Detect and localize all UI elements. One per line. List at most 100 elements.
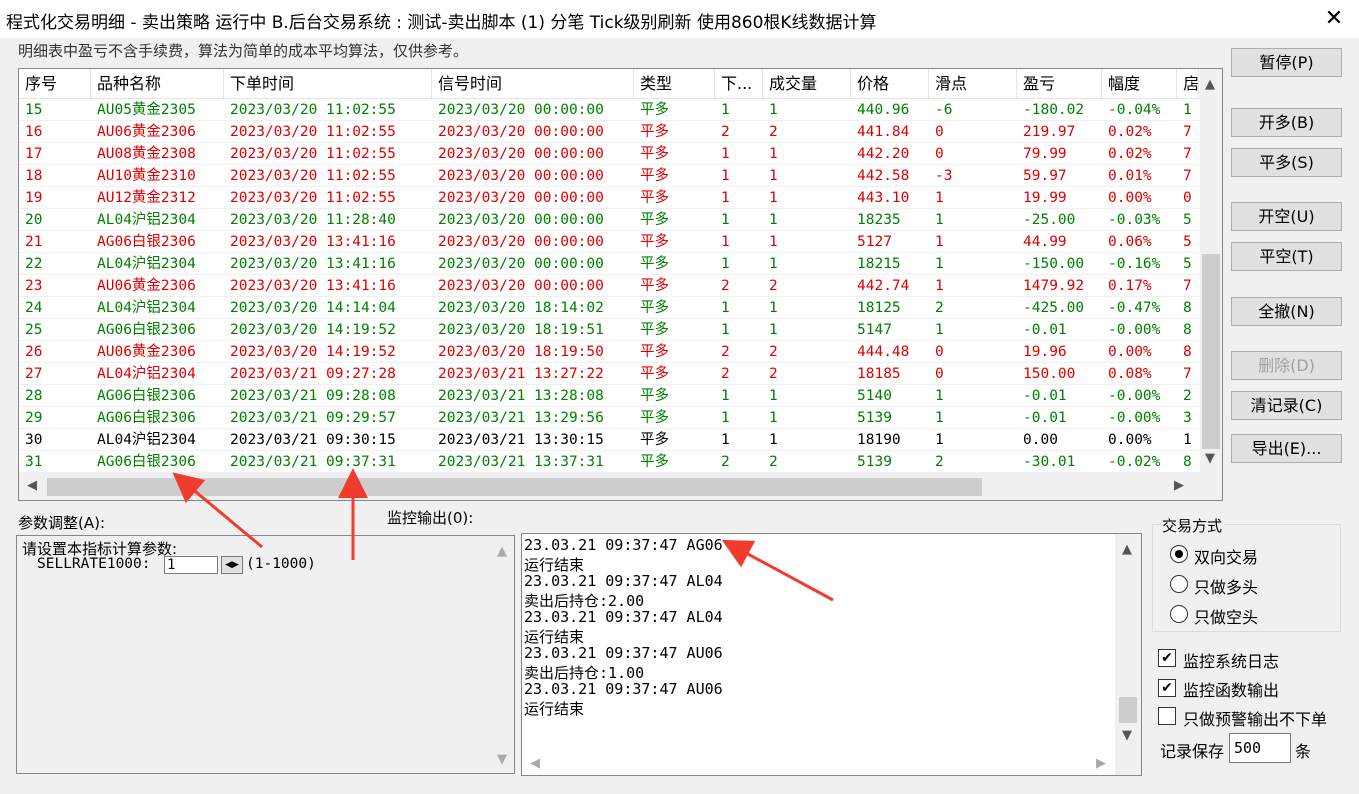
table-row[interactable]: 15 AU05黄金2305 2023/03/20 11:02:55 2023/03/2… [19, 99, 1199, 121]
table-row[interactable]: 17 AU08黄金2308 2023/03/20 11:02:55 2023/03/2… [19, 143, 1199, 165]
table-cell: 1 [769, 256, 778, 272]
open-long-button[interactable]: 开多(B) [1231, 108, 1342, 137]
trade-detail-table[interactable]: 序号 品种名称 下单时间 信号时间 类型 下... 成交量 价格 滑点 盈亏 幅度扂 15 AU05黄… [18, 68, 1223, 501]
cancel-all-button[interactable]: 全撤(N) [1231, 297, 1342, 326]
monitor-scroll-up-icon[interactable]: ▲ [1122, 542, 1132, 557]
table-cell: 平多 [640, 344, 669, 360]
trade-mode-title: 交易方式 [1160, 515, 1225, 536]
table-row[interactable]: 31 AG06白银2306 2023/03/21 09:37:31 2023/03/2… [19, 451, 1199, 472]
column-header[interactable]: 扂 [1177, 69, 1199, 99]
table-row[interactable]: 16 AU06黄金2306 2023/03/20 11:02:55 2023/03/2… [19, 121, 1199, 143]
close-long-button[interactable]: 平多(S) [1231, 148, 1342, 177]
column-header[interactable]: 品种名称 [91, 69, 224, 99]
table-row[interactable]: 19 AU12黄金2312 2023/03/20 11:02:55 2023/03/2… [19, 187, 1199, 209]
param-value-input[interactable] [164, 556, 218, 574]
table-row[interactable]: 20 AL04沪铝2304 2023/03/20 11:28:40 2023/03/2… [19, 209, 1199, 231]
column-header[interactable]: 类型 [634, 69, 715, 99]
table-cell: 30 [25, 432, 43, 448]
table-cell: 0 [935, 146, 944, 162]
trade-mode-radio[interactable] [1170, 575, 1188, 593]
trade-mode-option-label[interactable]: 只做空头 [1194, 604, 1258, 628]
monitor-vscroll[interactable]: ▲ ▼ [1115, 534, 1141, 775]
table-cell: -150.00 [1023, 256, 1085, 272]
monitor-scroll-thumb[interactable] [1119, 697, 1137, 723]
table-row[interactable]: 21 AG06白银2306 2023/03/20 13:41:16 2023/03/2… [19, 231, 1199, 253]
column-header[interactable]: 幅度 [1102, 69, 1177, 99]
pause-button[interactable]: 暂停(P) [1231, 48, 1342, 77]
export-button[interactable]: 导出(E)... [1231, 434, 1342, 463]
warn-only-checkbox[interactable] [1158, 707, 1176, 725]
sys-log-checkbox[interactable]: ✔ [1158, 649, 1176, 667]
table-cell: -0.01 [1023, 388, 1067, 404]
params-scroll-down-icon[interactable]: ▼ [497, 752, 507, 767]
table-cell: AG06白银2306 [97, 388, 196, 404]
table-cell: 2023/03/21 13:28:08 [438, 388, 604, 404]
close-icon[interactable]: ✕ [1319, 4, 1349, 34]
table-cell: 1 [769, 102, 778, 118]
clear-log-button[interactable]: 清记录(C) [1231, 391, 1342, 420]
monitor-scroll-right-icon[interactable]: ▶ [1096, 756, 1106, 771]
table-row[interactable]: 25 AG06白银2306 2023/03/20 14:19:52 2023/03/2… [19, 319, 1199, 341]
table-cell: 18215 [857, 256, 901, 272]
table-row[interactable]: 23 AU06黄金2306 2023/03/20 13:41:16 2023/03/2… [19, 275, 1199, 297]
table-row[interactable]: 27 AL04沪铝2304 2023/03/21 09:27:28 2023/03/2… [19, 363, 1199, 385]
monitor-scroll-down-icon[interactable]: ▼ [1122, 728, 1132, 743]
table-cell: 5147 [857, 322, 892, 338]
column-header[interactable]: 下... [715, 69, 763, 99]
column-header[interactable]: 下单时间 [224, 69, 432, 99]
table-row[interactable]: 30 AL04沪铝2304 2023/03/21 09:30:15 2023/03/2… [19, 429, 1199, 451]
column-header[interactable]: 成交量 [763, 69, 851, 99]
trade-mode-radio[interactable] [1170, 605, 1188, 623]
monitor-line: 运行结束 [524, 700, 585, 718]
table-row[interactable]: 22 AL04沪铝2304 2023/03/20 13:41:16 2023/03/2… [19, 253, 1199, 275]
table-cell: 2023/03/20 00:00:00 [438, 168, 604, 184]
table-cell: -0.02% [1108, 454, 1161, 470]
monitor-scroll-left-icon[interactable]: ◀ [530, 756, 540, 771]
column-header[interactable]: 信号时间 [432, 69, 634, 99]
table-row[interactable]: 29 AG06白银2306 2023/03/21 09:29:57 2023/03/2… [19, 407, 1199, 429]
trade-mode-radio[interactable] [1170, 545, 1188, 563]
column-header[interactable]: 滑点 [929, 69, 1017, 99]
func-output-checkbox[interactable]: ✔ [1158, 679, 1176, 697]
close-short-button[interactable]: 平空(T) [1231, 242, 1342, 271]
table-cell: 1 [935, 256, 944, 272]
open-short-button[interactable]: 开空(U) [1231, 202, 1342, 231]
table-cell: 1 [721, 102, 730, 118]
scroll-down-icon[interactable]: ▼ [1205, 451, 1215, 466]
table-cell: 平多 [640, 278, 669, 294]
table-cell: 2 [935, 300, 944, 316]
table-cell: AG06白银2306 [97, 234, 196, 250]
record-count-input[interactable] [1229, 733, 1291, 763]
table-row[interactable]: 28 AG06白银2306 2023/03/21 09:28:08 2023/03/2… [19, 385, 1199, 407]
table-cell: 2023/03/20 00:00:00 [438, 124, 604, 140]
table-cell: 5 [1183, 256, 1192, 272]
scroll-up-icon[interactable]: ▲ [1205, 77, 1215, 92]
params-scroll-up-icon[interactable]: ▲ [497, 544, 507, 559]
horizontal-scrollbar[interactable]: ◀ ▶ [19, 472, 1222, 500]
table-cell: 1 [721, 388, 730, 404]
table-cell: 平多 [640, 234, 669, 250]
monitor-line: 23.03.21 09:37:47 AL04 [524, 572, 723, 590]
delete-button[interactable]: 删除(D) [1231, 351, 1342, 380]
param-range: (1-1000) [246, 556, 316, 572]
column-header[interactable]: 盈亏 [1017, 69, 1102, 99]
scroll-right-icon[interactable]: ▶ [1174, 478, 1184, 493]
table-cell: 44.99 [1023, 234, 1067, 250]
table-cell: 平多 [640, 146, 669, 162]
param-spinner[interactable]: ◀▶ [221, 556, 243, 574]
column-header[interactable]: 序号 [19, 69, 91, 99]
horizontal-scroll-thumb[interactable] [47, 478, 982, 496]
table-row[interactable]: 26 AU06黄金2306 2023/03/20 14:19:52 2023/03/2… [19, 341, 1199, 363]
column-header[interactable]: 价格 [851, 69, 929, 99]
trade-mode-option-label[interactable]: 只做多头 [1194, 574, 1258, 598]
monitor-output[interactable]: 23.03.21 09:37:47 AG06 运行结束 23.03.21 09:37… [521, 533, 1142, 776]
param-name: SELLRATE1000: [37, 556, 151, 572]
scroll-left-icon[interactable]: ◀ [27, 478, 37, 493]
table-cell: 1 [935, 234, 944, 250]
vertical-scroll-thumb[interactable] [1202, 254, 1220, 449]
table-cell: 1 [721, 256, 730, 272]
table-row[interactable]: 18 AU10黄金2310 2023/03/20 11:02:55 2023/03/2… [19, 165, 1199, 187]
trade-mode-option-label[interactable]: 双向交易 [1194, 544, 1258, 568]
vertical-scrollbar[interactable]: ▲ ▼ [1200, 69, 1222, 473]
table-row[interactable]: 24 AL04沪铝2304 2023/03/20 14:14:04 2023/03/2… [19, 297, 1199, 319]
